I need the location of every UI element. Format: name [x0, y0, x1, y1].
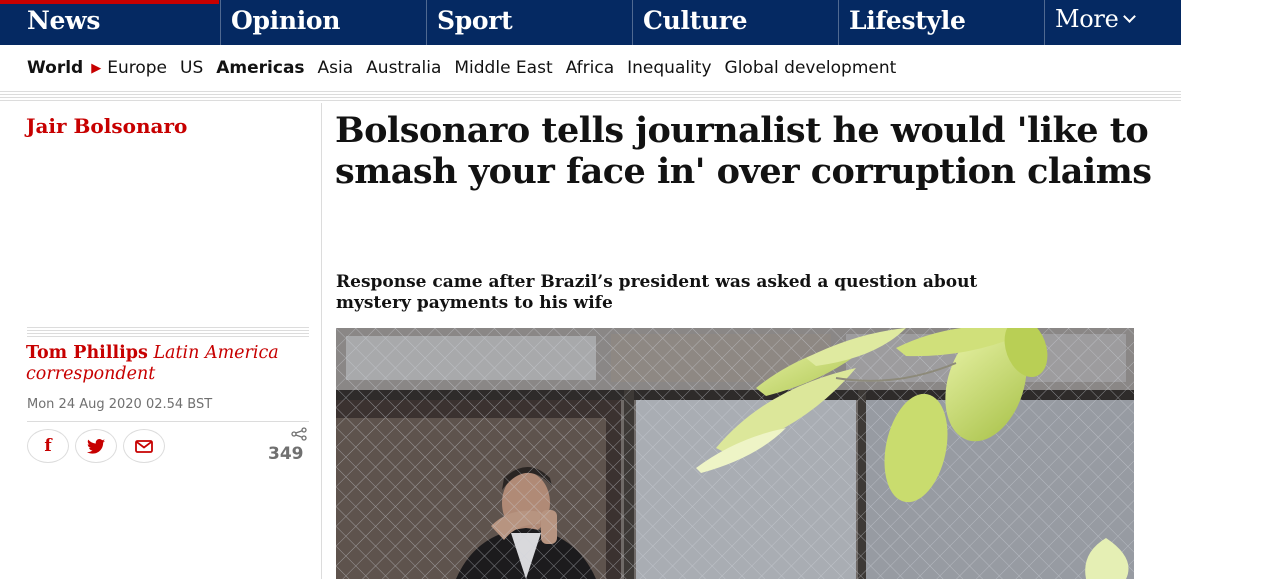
subnav-item-americas[interactable]: Americas [216, 58, 304, 78]
article-meta-column: Jair Bolsonaro Tom Phillips Latin Americ… [0, 103, 322, 579]
subnav-item-australia[interactable]: Australia [366, 58, 441, 78]
subnav-item-world[interactable]: World [27, 58, 83, 78]
share-count-icon [291, 427, 307, 441]
share-count: 349 [268, 444, 304, 464]
header-divider [0, 91, 1181, 103]
chevron-down-icon [1122, 10, 1136, 23]
more-label-text: More [1055, 5, 1119, 33]
pillar-lifestyle-label: Lifestyle [849, 6, 966, 35]
share-facebook-button[interactable]: f [27, 429, 69, 463]
twitter-icon [87, 438, 105, 454]
article-main-image [336, 328, 1134, 579]
more-menu-label: More [1055, 5, 1136, 33]
more-menu-button[interactable]: More [1044, 0, 1181, 45]
byline: Tom Phillips Latin America correspondent [26, 343, 316, 385]
main-image-graphic [336, 328, 1134, 579]
pillar-culture-label: Culture [643, 6, 748, 35]
pillar-news-indicator [0, 0, 219, 4]
subnav-item-asia[interactable]: Asia [318, 58, 354, 78]
series-tag-link[interactable]: Jair Bolsonaro [26, 114, 187, 138]
pillar-nav: News Opinion Sport Culture Lifestyle Mor… [0, 0, 1181, 45]
article-headline: Bolsonaro tells journalist he would 'lik… [335, 110, 1152, 192]
pillar-opinion-label: Opinion [231, 6, 341, 35]
subnav-item-global-development[interactable]: Global development [725, 58, 897, 78]
article-standfirst: Response came after Brazil’s president w… [336, 272, 978, 313]
subnav-item-europe[interactable]: Europe [107, 58, 167, 78]
facebook-icon: f [44, 436, 52, 456]
share-divider [27, 421, 309, 422]
pillar-news[interactable]: News [0, 0, 219, 45]
pillar-sport-label: Sport [437, 6, 513, 35]
subnav-item-us[interactable]: US [180, 58, 203, 78]
share-twitter-button[interactable] [75, 429, 117, 463]
author-name-link[interactable]: Tom Phillips [26, 343, 148, 363]
subnav-item-inequality[interactable]: Inequality [627, 58, 711, 78]
pillar-culture[interactable]: Culture [632, 0, 837, 45]
share-email-button[interactable] [123, 429, 165, 463]
pillar-news-label: News [27, 6, 101, 35]
pillar-lifestyle[interactable]: Lifestyle [838, 0, 1043, 45]
subnav-item-africa[interactable]: Africa [566, 58, 615, 78]
email-icon [135, 439, 153, 453]
pillar-sport[interactable]: Sport [426, 0, 631, 45]
pillar-opinion[interactable]: Opinion [220, 0, 425, 45]
meta-divider [27, 327, 309, 339]
publish-date: Mon 24 Aug 2020 02.54 BST [27, 397, 213, 412]
subnav-arrow-icon: ▶ [91, 60, 102, 76]
section-subnav: World ▶ Europe US Americas Asia Australi… [0, 45, 1181, 91]
subnav-item-middle-east[interactable]: Middle East [454, 58, 552, 78]
